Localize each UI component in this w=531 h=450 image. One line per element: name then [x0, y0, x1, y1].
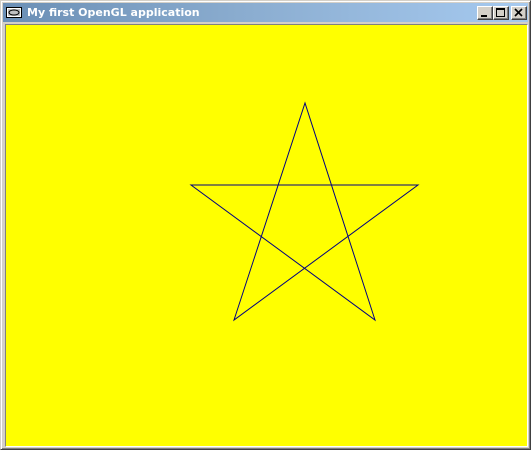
maximize-button[interactable]	[493, 6, 509, 20]
maximize-icon	[496, 8, 505, 17]
window-title: My first OpenGL application	[27, 6, 200, 19]
opengl-app-icon[interactable]	[6, 6, 22, 19]
minimize-button[interactable]	[477, 6, 493, 20]
gl-canvas	[189, 101, 420, 322]
title-bar[interactable]: My first OpenGL application	[3, 3, 528, 22]
pentagram-shape	[189, 101, 420, 322]
opengl-viewport[interactable]	[5, 24, 528, 447]
close-button[interactable]	[511, 6, 527, 20]
app-window: My first OpenGL application	[0, 0, 531, 450]
minimize-icon	[481, 15, 487, 17]
close-icon	[514, 8, 523, 17]
